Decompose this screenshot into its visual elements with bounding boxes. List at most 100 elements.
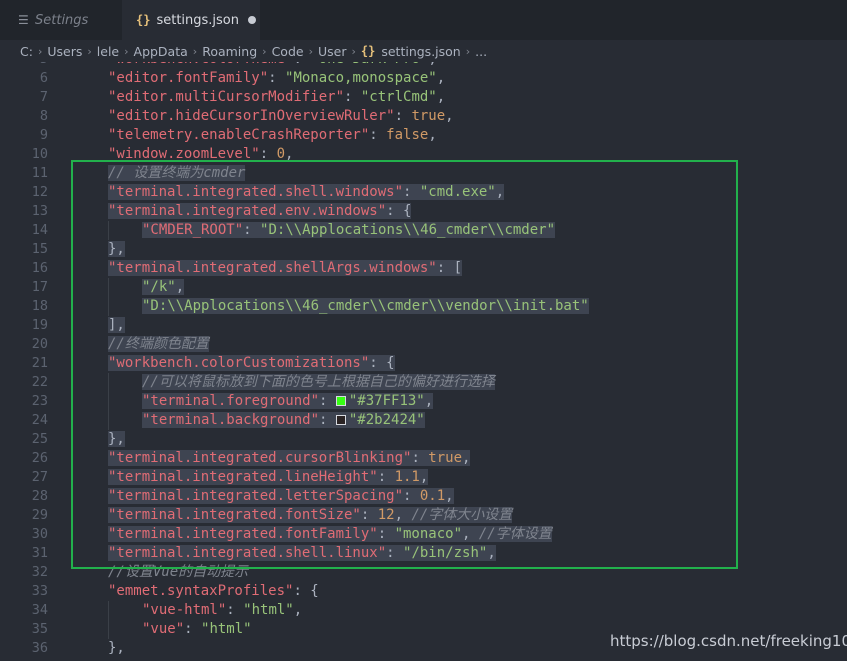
code-line[interactable]: 13 "terminal.integrated.env.windows": { <box>0 202 847 221</box>
code-tokens: "editor.hideCursorInOverviewRuler": true… <box>108 108 454 124</box>
selected-text: }, <box>108 241 125 257</box>
chevron-right-icon: › <box>124 44 129 58</box>
code-line[interactable]: 27 "terminal.integrated.lineHeight": 1.1, <box>0 468 847 487</box>
code-line[interactable]: 24 "terminal.background": "#2b2424" <box>0 411 847 430</box>
breadcrumb-item[interactable]: settings.json <box>381 44 460 59</box>
chevron-right-icon: › <box>37 44 43 58</box>
code-text: "window.zoomLevel": 0, <box>108 145 293 164</box>
line-number: 15 <box>31 241 48 257</box>
code-line[interactable]: 25}, <box>0 430 847 449</box>
code-text: "editor.multiCursorModifier": "ctrlCmd", <box>108 88 445 107</box>
line-number: 5 <box>0 62 48 69</box>
breadcrumb-item[interactable]: ... <box>475 44 487 59</box>
code-token: "terminal.integrated.fontFamily" <box>108 526 378 542</box>
code-token: "terminal.integrated.shellArgs.windows" <box>108 260 437 276</box>
tab-settings[interactable]: ☰ Settings <box>0 0 122 40</box>
code-token: : [ <box>436 260 463 276</box>
breadcrumb-item[interactable]: lele <box>97 44 119 59</box>
code-line[interactable]: 22 //可以将鼠标放到下面的色号上根据自己的偏好进行选择 <box>0 373 847 392</box>
code-token: : <box>394 108 412 124</box>
line-number: 33 <box>31 583 48 599</box>
line-number: 8 <box>39 108 48 124</box>
color-swatch-icon[interactable] <box>335 396 346 406</box>
code-line[interactable]: 28 "terminal.integrated.letterSpacing": 0… <box>0 487 847 506</box>
code-line[interactable]: 33 "emmet.syntaxProfiles": { <box>0 582 847 601</box>
line-number: 31 <box>31 545 48 561</box>
code-text: "terminal.integrated.cursorBlinking": tr… <box>108 449 471 468</box>
code-line[interactable]: 34 "vue-html": "html", <box>0 601 847 620</box>
code-token: //可以将鼠标放到下面的色号上根据自己的偏好进行选择 <box>142 374 495 390</box>
breadcrumb-item[interactable]: Users <box>47 44 82 59</box>
breadcrumb-item[interactable]: C: <box>20 44 33 59</box>
code-line[interactable]: 23 "terminal.foreground": "#37FF13", <box>0 392 847 411</box>
code-line[interactable]: 5 "workbench.colorTheme": "One Dark Pro", <box>0 62 847 69</box>
code-line[interactable]: 29 "terminal.integrated.fontSize": 12, //… <box>0 506 847 525</box>
code-token: , <box>419 469 429 485</box>
code-line[interactable]: 16 "terminal.integrated.shellArgs.windows… <box>0 259 847 278</box>
tab-label: Settings <box>35 12 89 28</box>
line-number: 32 <box>31 564 48 580</box>
code-line[interactable]: 11 // 设置终端为cmder <box>0 164 847 183</box>
selected-text: "terminal.foreground": "#37FF13", <box>142 393 434 409</box>
line-number: 11 <box>31 165 48 181</box>
selected-text: "workbench.colorCustomizations": { <box>108 355 395 371</box>
code-editor[interactable]: 5 "workbench.colorTheme": "One Dark Pro",… <box>0 62 847 661</box>
code-token: // 设置终端为cmder <box>108 165 246 181</box>
code-line[interactable]: 21 "workbench.colorCustomizations": { <box>0 354 847 373</box>
tab-label: settings.json <box>156 12 240 28</box>
code-token: "html" <box>243 602 294 618</box>
breadcrumb-item[interactable]: Roaming <box>202 44 257 59</box>
code-token: , <box>293 602 303 618</box>
code-token: , <box>487 545 496 561</box>
code-line[interactable]: 30 "terminal.integrated.fontFamily": "mon… <box>0 525 847 544</box>
code-line[interactable]: 14 "CMDER_ROOT": "D:\\Applocations\\46_cm… <box>0 221 847 240</box>
code-token: : <box>268 70 286 86</box>
code-text: "terminal.integrated.letterSpacing": 0.1… <box>108 487 454 506</box>
code-token: //设置Vue的自动提示 <box>108 564 249 580</box>
code-tokens: "telemetry.enableCrashReporter": false, <box>108 127 437 143</box>
indent-guide <box>108 297 109 316</box>
code-token: "cmd.exe" <box>419 184 496 200</box>
code-line[interactable]: 8 "editor.hideCursorInOverviewRuler": tru… <box>0 107 847 126</box>
code-text: "terminal.integrated.lineHeight": 1.1, <box>108 468 429 487</box>
code-token: "editor.fontFamily" <box>108 70 269 86</box>
code-line[interactable]: 31 "terminal.integrated.shell.linux": "/b… <box>0 544 847 563</box>
code-token: : { <box>293 583 319 599</box>
code-line[interactable]: 32 //设置Vue的自动提示 <box>0 563 847 582</box>
code-token: 0 <box>276 146 286 162</box>
chevron-right-icon: › <box>192 44 198 58</box>
code-line[interactable]: 18 "D:\\Applocations\\46_cmder\\cmder\\ve… <box>0 297 847 316</box>
breadcrumb-item[interactable]: AppData <box>134 44 188 59</box>
code-line[interactable]: 20 //终端颜色配置 <box>0 335 847 354</box>
breadcrumb-item[interactable]: User <box>318 44 347 59</box>
code-line[interactable]: 10 "window.zoomLevel": 0, <box>0 145 847 164</box>
code-line[interactable]: 15}, <box>0 240 847 259</box>
unsaved-dot-icon[interactable] <box>248 16 257 24</box>
code-line[interactable]: 9 "telemetry.enableCrashReporter": false, <box>0 126 847 145</box>
code-line[interactable]: 12 "terminal.integrated.shell.windows": "… <box>0 183 847 202</box>
code-line[interactable]: 17 "/k", <box>0 278 847 297</box>
code-token: "/bin/zsh" <box>403 545 488 561</box>
code-text: "terminal.integrated.env.windows": { <box>108 202 412 221</box>
code-token: : <box>243 222 261 238</box>
color-swatch-icon[interactable] <box>335 415 346 425</box>
code-line[interactable]: 6 "editor.fontFamily": "Monaco,monospace"… <box>0 69 847 88</box>
code-text: //终端颜色配置 <box>108 335 209 354</box>
code-token: , <box>285 146 294 162</box>
code-token: "vue" <box>142 621 185 637</box>
watermark: https://blog.csdn.net/freeking101 <box>610 632 847 650</box>
chevron-right-icon: › <box>87 44 92 58</box>
selected-text: //终端颜色配置 <box>108 336 209 352</box>
code-line[interactable]: 26 "terminal.integrated.cursorBlinking": … <box>0 449 847 468</box>
code-line[interactable]: 7 "editor.multiCursorModifier": "ctrlCmd"… <box>0 88 847 107</box>
code-token: : <box>226 602 244 618</box>
code-token: , <box>424 393 434 409</box>
tab-settings-json[interactable]: {} settings.json <box>122 0 260 40</box>
code-line[interactable]: 19], <box>0 316 847 335</box>
line-number: 6 <box>39 70 48 86</box>
breadcrumb-item[interactable]: Code <box>272 44 304 59</box>
code-text: "telemetry.enableCrashReporter": false, <box>108 126 437 145</box>
code-token: , <box>428 62 436 67</box>
code-token: "editor.multiCursorModifier" <box>108 89 345 105</box>
indent-guide <box>108 411 109 430</box>
